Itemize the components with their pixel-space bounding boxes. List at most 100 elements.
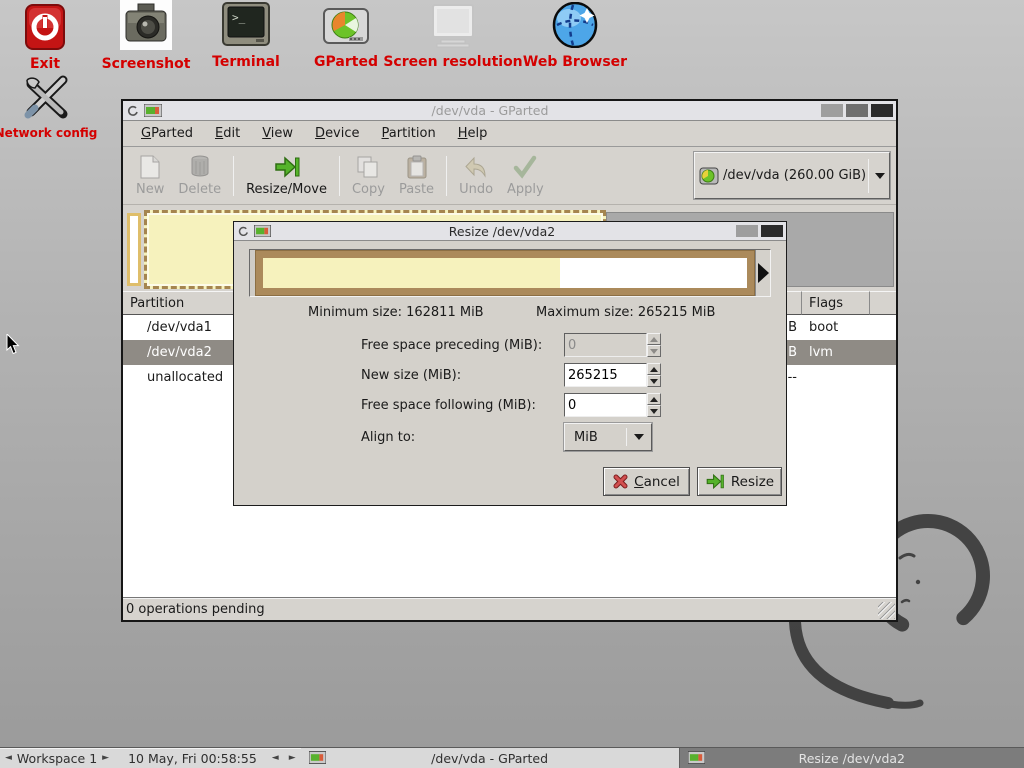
gparted-app-icon <box>254 225 271 237</box>
device-disk-icon <box>699 166 719 186</box>
taskbar: ◄ Workspace 1 ► 10 May, Fri 00:58:55 ◄ ►… <box>0 747 1024 768</box>
statusbar: 0 operations pending <box>123 598 896 620</box>
partition-flags: boot <box>802 320 870 335</box>
desktop: Exit Screenshot >_ Terminal <box>0 0 1024 768</box>
handle-arrow-icon <box>758 263 769 283</box>
align-to-label: Align to: <box>361 430 415 445</box>
maximize-button[interactable] <box>846 104 868 117</box>
new-label: New <box>136 182 164 197</box>
minimize-button[interactable] <box>821 104 843 117</box>
new-size-label: New size (MiB): <box>361 368 461 383</box>
column-header-flags[interactable]: Flags <box>802 291 870 315</box>
undo-button[interactable]: Undo <box>452 150 500 202</box>
desktop-icon-web-browser[interactable]: Web Browser <box>510 2 640 70</box>
pending-operations-text: 0 operations pending <box>126 602 265 617</box>
resize-move-icon <box>274 155 300 179</box>
menu-partition[interactable]: Partition <box>372 123 446 144</box>
toolbar-separator <box>446 156 447 196</box>
tools-icon <box>19 72 73 120</box>
dialog-body: Minimum size: 162811 MiB Maximum size: 2… <box>234 241 786 505</box>
delete-icon <box>189 155 211 179</box>
new-size-field[interactable] <box>564 363 661 387</box>
desktop-icon-network-config[interactable]: Network config <box>0 72 111 140</box>
desktop-icon-label: Screen resolution <box>378 54 528 70</box>
terminal-icon: >_ <box>222 2 270 48</box>
toolbar: New Delete Resize/Move Copy Paste <box>123 147 896 205</box>
menu-device[interactable]: Device <box>305 123 369 144</box>
combo-separator <box>868 159 869 193</box>
menu-view[interactable]: View <box>252 123 303 144</box>
apply-icon <box>513 155 537 179</box>
resize-move-label: Resize/Move <box>246 182 327 197</box>
delete-button[interactable]: Delete <box>171 150 228 202</box>
resize-dialog: Resize /dev/vda2 Minimum size: 162811 Mi… <box>233 221 787 506</box>
new-button[interactable]: New <box>129 150 171 202</box>
apply-button[interactable]: Apply <box>500 150 551 202</box>
device-selector-value: /dev/vda (260.00 GiB) <box>719 168 868 183</box>
undo-label: Undo <box>459 182 493 197</box>
desktop-icon-label: Network config <box>0 126 111 140</box>
column-header-spacer <box>870 291 896 315</box>
cancel-x-icon <box>613 474 628 489</box>
desktop-icon-screen-resolution[interactable]: Screen resolution <box>378 4 528 70</box>
task-gparted-main[interactable]: /dev/vda - GParted <box>301 748 679 768</box>
dialog-close-button[interactable] <box>761 225 783 237</box>
spin-up-button[interactable] <box>647 363 661 375</box>
resize-slider-widget[interactable] <box>249 249 771 297</box>
free-space-following-field[interactable] <box>564 393 661 417</box>
spin-down-button[interactable] <box>647 345 661 357</box>
dialog-titlebar[interactable]: Resize /dev/vda2 <box>234 222 786 241</box>
resize-button[interactable]: Resize <box>697 467 782 496</box>
monitor-icon <box>427 4 479 48</box>
task-label: Resize /dev/vda2 <box>680 751 1024 766</box>
window-swirl-icon <box>237 225 250 238</box>
copy-button[interactable]: Copy <box>345 150 392 202</box>
resize-label: Resize <box>731 474 774 490</box>
cancel-label: Cancel <box>634 474 680 490</box>
spin-up-button[interactable] <box>647 393 661 405</box>
partition-block-vda1[interactable] <box>127 213 141 286</box>
cancel-button[interactable]: Cancel <box>603 467 690 496</box>
svg-text:>_: >_ <box>232 11 246 24</box>
new-size-input[interactable] <box>564 363 647 387</box>
free-space-following-input[interactable] <box>564 393 647 417</box>
menu-help[interactable]: Help <box>448 123 498 144</box>
toolbar-separator <box>339 156 340 196</box>
resize-move-button[interactable]: Resize/Move <box>239 150 334 202</box>
task-resize-dialog[interactable]: Resize /dev/vda2 <box>679 748 1024 768</box>
maximum-size-label: Maximum size: 265215 MiB <box>536 305 715 320</box>
workspace-label: Workspace 1 <box>17 751 97 766</box>
window-prev-button[interactable]: ◄ <box>267 753 284 763</box>
align-to-dropdown[interactable]: MiB <box>564 423 652 451</box>
free-space-preceding-field[interactable] <box>564 333 661 357</box>
paste-button[interactable]: Paste <box>392 150 441 202</box>
dialog-used-space <box>263 258 560 288</box>
spin-down-button[interactable] <box>647 375 661 387</box>
chevron-down-icon <box>875 173 885 179</box>
undo-icon <box>464 155 488 179</box>
menu-edit[interactable]: Edit <box>205 123 250 144</box>
apply-label: Apply <box>507 182 544 197</box>
minimum-size-label: Minimum size: 162811 MiB <box>308 305 484 320</box>
slider-partition-frame <box>255 250 755 296</box>
menu-gparted[interactable]: GParted <box>131 123 203 144</box>
resize-grip[interactable] <box>878 602 895 619</box>
free-space-preceding-input[interactable] <box>564 333 647 357</box>
globe-icon <box>551 2 599 48</box>
slider-right-handle[interactable] <box>755 250 770 296</box>
workspace-next-button[interactable]: ► <box>97 753 114 763</box>
resize-arrow-icon <box>705 473 725 490</box>
device-selector[interactable]: /dev/vda (260.00 GiB) <box>694 152 890 199</box>
copy-icon <box>356 155 380 179</box>
menubar: GParted Edit View Device Partition Help <box>123 121 896 147</box>
spin-down-button[interactable] <box>647 405 661 417</box>
spin-up-button[interactable] <box>647 333 661 345</box>
workspace-prev-button[interactable]: ◄ <box>0 753 17 763</box>
dialog-maximize-button[interactable] <box>736 225 758 237</box>
window-next-button[interactable]: ► <box>284 753 301 763</box>
power-icon <box>25 4 65 50</box>
combo-separator <box>626 428 627 446</box>
gparted-titlebar[interactable]: /dev/vda - GParted <box>123 101 896 121</box>
close-button[interactable] <box>871 104 893 117</box>
task-label: /dev/vda - GParted <box>301 751 679 766</box>
